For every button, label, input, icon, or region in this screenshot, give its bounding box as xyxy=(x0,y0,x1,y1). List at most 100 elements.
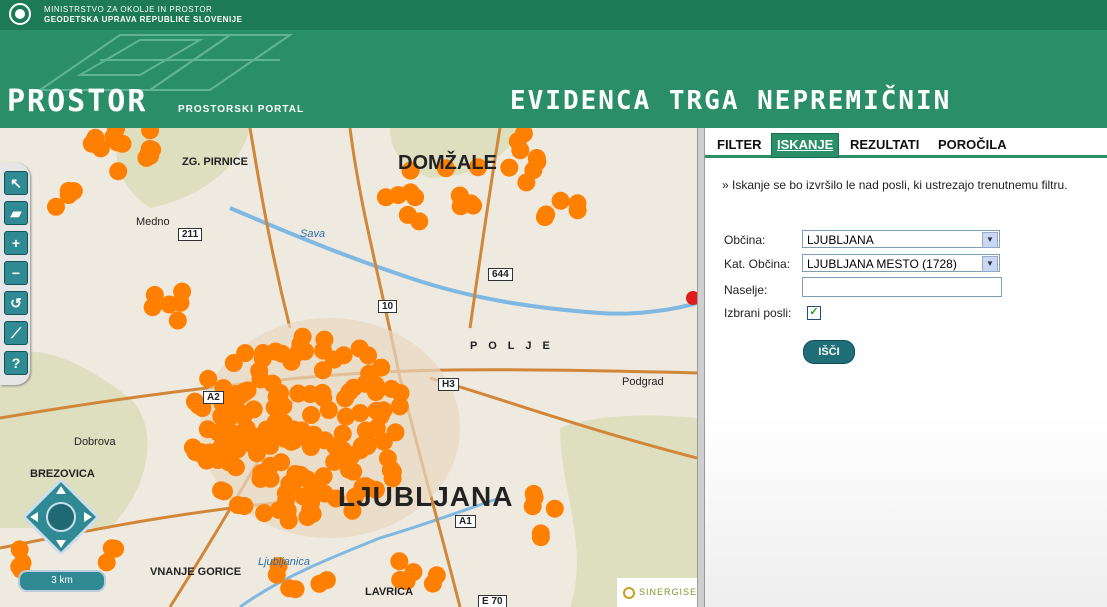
transaction-marker[interactable] xyxy=(102,539,121,558)
search-info-text: » Iskanje se bo izvršilo le nad posli, k… xyxy=(722,178,1068,192)
transaction-marker[interactable] xyxy=(272,453,291,472)
transaction-marker[interactable] xyxy=(427,566,446,585)
transaction-marker[interactable] xyxy=(230,424,249,443)
transaction-marker[interactable] xyxy=(351,404,370,422)
obcina-select[interactable]: LJUBLJANA ▼ xyxy=(802,230,1000,248)
transaction-marker[interactable] xyxy=(342,446,361,465)
transaction-marker[interactable] xyxy=(280,579,299,598)
transaction-marker[interactable] xyxy=(319,401,338,419)
panel-splitter[interactable] xyxy=(697,128,705,607)
transaction-marker[interactable] xyxy=(568,194,587,213)
sinergise-credit[interactable]: SINERGISE xyxy=(617,578,697,607)
transaction-marker[interactable] xyxy=(406,188,425,207)
transaction-marker[interactable] xyxy=(215,482,233,501)
kat-obcina-value: LJUBLJANA MESTO (1728) xyxy=(807,257,957,271)
help-icon[interactable]: ? xyxy=(4,351,28,375)
transaction-marker[interactable] xyxy=(382,379,401,398)
transaction-marker[interactable] xyxy=(508,132,527,151)
transaction-marker[interactable] xyxy=(255,504,274,523)
zoom-previous-icon[interactable]: ↺ xyxy=(4,291,28,315)
transaction-marker[interactable] xyxy=(376,188,395,207)
map-canvas[interactable] xyxy=(0,128,697,607)
transaction-marker[interactable] xyxy=(145,285,164,304)
transaction-marker[interactable] xyxy=(248,444,266,463)
transaction-marker[interactable] xyxy=(294,487,313,506)
tab-porocila[interactable]: POROČILA xyxy=(938,137,1007,152)
transaction-marker[interactable] xyxy=(313,383,332,402)
transaction-marker[interactable] xyxy=(279,511,298,530)
transaction-marker[interactable] xyxy=(524,484,543,503)
transaction-marker[interactable] xyxy=(259,466,277,485)
transaction-marker[interactable] xyxy=(291,465,310,484)
transaction-marker[interactable] xyxy=(47,197,65,216)
slovenia-extent-icon[interactable]: ▰ xyxy=(4,201,28,225)
transaction-marker[interactable] xyxy=(531,524,550,543)
transaction-marker[interactable] xyxy=(265,398,284,417)
transaction-marker[interactable] xyxy=(228,440,247,459)
transaction-marker[interactable] xyxy=(404,563,423,582)
transaction-marker[interactable] xyxy=(378,449,397,468)
transaction-marker[interactable] xyxy=(277,490,296,509)
transaction-marker[interactable] xyxy=(545,499,564,518)
transaction-marker[interactable] xyxy=(173,282,192,301)
transaction-marker[interactable] xyxy=(238,381,257,400)
transaction-marker[interactable] xyxy=(59,181,78,200)
map-pan-control[interactable] xyxy=(21,477,101,557)
map-view[interactable]: LJUBLJANA DOMŽALE BREZOVICA VNANJE GORIC… xyxy=(0,128,697,607)
brand-logo[interactable]: PROSTOR xyxy=(7,84,147,119)
zoom-in-icon[interactable]: + xyxy=(4,231,28,255)
transaction-marker[interactable] xyxy=(350,339,369,358)
transaction-marker[interactable] xyxy=(208,451,227,469)
app-header: MINISTRSTVO ZA OKOLJE IN PROSTOR GEODETS… xyxy=(0,0,1107,128)
transaction-marker[interactable] xyxy=(325,350,343,369)
transaction-marker[interactable] xyxy=(199,369,218,388)
transaction-marker[interactable] xyxy=(198,420,217,439)
transaction-marker[interactable] xyxy=(535,208,554,227)
transaction-marker[interactable] xyxy=(398,205,417,224)
transaction-marker[interactable] xyxy=(528,152,547,171)
zoom-out-icon[interactable]: − xyxy=(4,261,28,285)
chevron-down-icon[interactable]: ▼ xyxy=(982,232,998,248)
izbrani-posli-label: Izbrani posli: xyxy=(724,306,792,320)
transaction-marker[interactable] xyxy=(244,400,263,419)
transaction-marker[interactable] xyxy=(500,158,519,177)
tab-filter[interactable]: FILTER xyxy=(717,137,762,152)
transaction-marker[interactable] xyxy=(293,327,312,346)
transaction-marker[interactable] xyxy=(141,146,160,165)
transaction-marker[interactable] xyxy=(228,496,247,515)
transaction-marker[interactable] xyxy=(212,407,231,426)
transaction-marker[interactable] xyxy=(294,423,312,442)
izbrani-posli-checkbox[interactable]: ✓ xyxy=(807,306,821,320)
measure-icon[interactable]: ⟋ xyxy=(4,321,28,345)
ministry-bar: MINISTRSTVO ZA OKOLJE IN PROSTOR GEODETS… xyxy=(0,0,1107,30)
transaction-marker[interactable] xyxy=(302,406,321,424)
transaction-marker[interactable] xyxy=(168,311,187,330)
transaction-marker[interactable] xyxy=(367,419,386,438)
transaction-marker[interactable] xyxy=(317,571,336,590)
search-button[interactable]: IŠČI xyxy=(803,340,855,364)
transaction-marker[interactable] xyxy=(109,162,128,181)
transaction-marker[interactable] xyxy=(551,191,570,210)
tab-rezultati[interactable]: REZULTATI xyxy=(850,137,919,152)
transaction-marker[interactable] xyxy=(82,134,101,153)
transaction-marker[interactable] xyxy=(464,196,483,215)
transaction-marker[interactable] xyxy=(326,437,345,456)
pointer-help-icon[interactable]: ↖ xyxy=(4,171,28,195)
transaction-marker[interactable] xyxy=(224,354,243,372)
kat-obcina-select[interactable]: LJUBLJANA MESTO (1728) ▼ xyxy=(802,254,1000,272)
transaction-marker[interactable] xyxy=(390,397,409,416)
transaction-marker[interactable] xyxy=(257,420,276,439)
chevron-down-icon[interactable]: ▼ xyxy=(982,256,998,272)
transaction-marker[interactable] xyxy=(282,352,301,371)
transaction-marker[interactable] xyxy=(314,467,333,486)
tab-iskanje[interactable]: ISKANJE xyxy=(771,133,840,158)
naselje-input[interactable] xyxy=(802,277,1002,297)
transaction-marker[interactable] xyxy=(185,392,204,411)
transaction-marker[interactable] xyxy=(340,383,359,401)
transaction-marker[interactable] xyxy=(374,401,393,420)
transaction-marker[interactable] xyxy=(366,383,385,402)
transaction-marker[interactable] xyxy=(372,358,391,377)
transaction-marker[interactable] xyxy=(390,552,409,571)
panel-tabs: FILTER ISKANJE REZULTATI POROČILA xyxy=(705,128,1107,158)
transaction-marker[interactable] xyxy=(226,458,245,477)
